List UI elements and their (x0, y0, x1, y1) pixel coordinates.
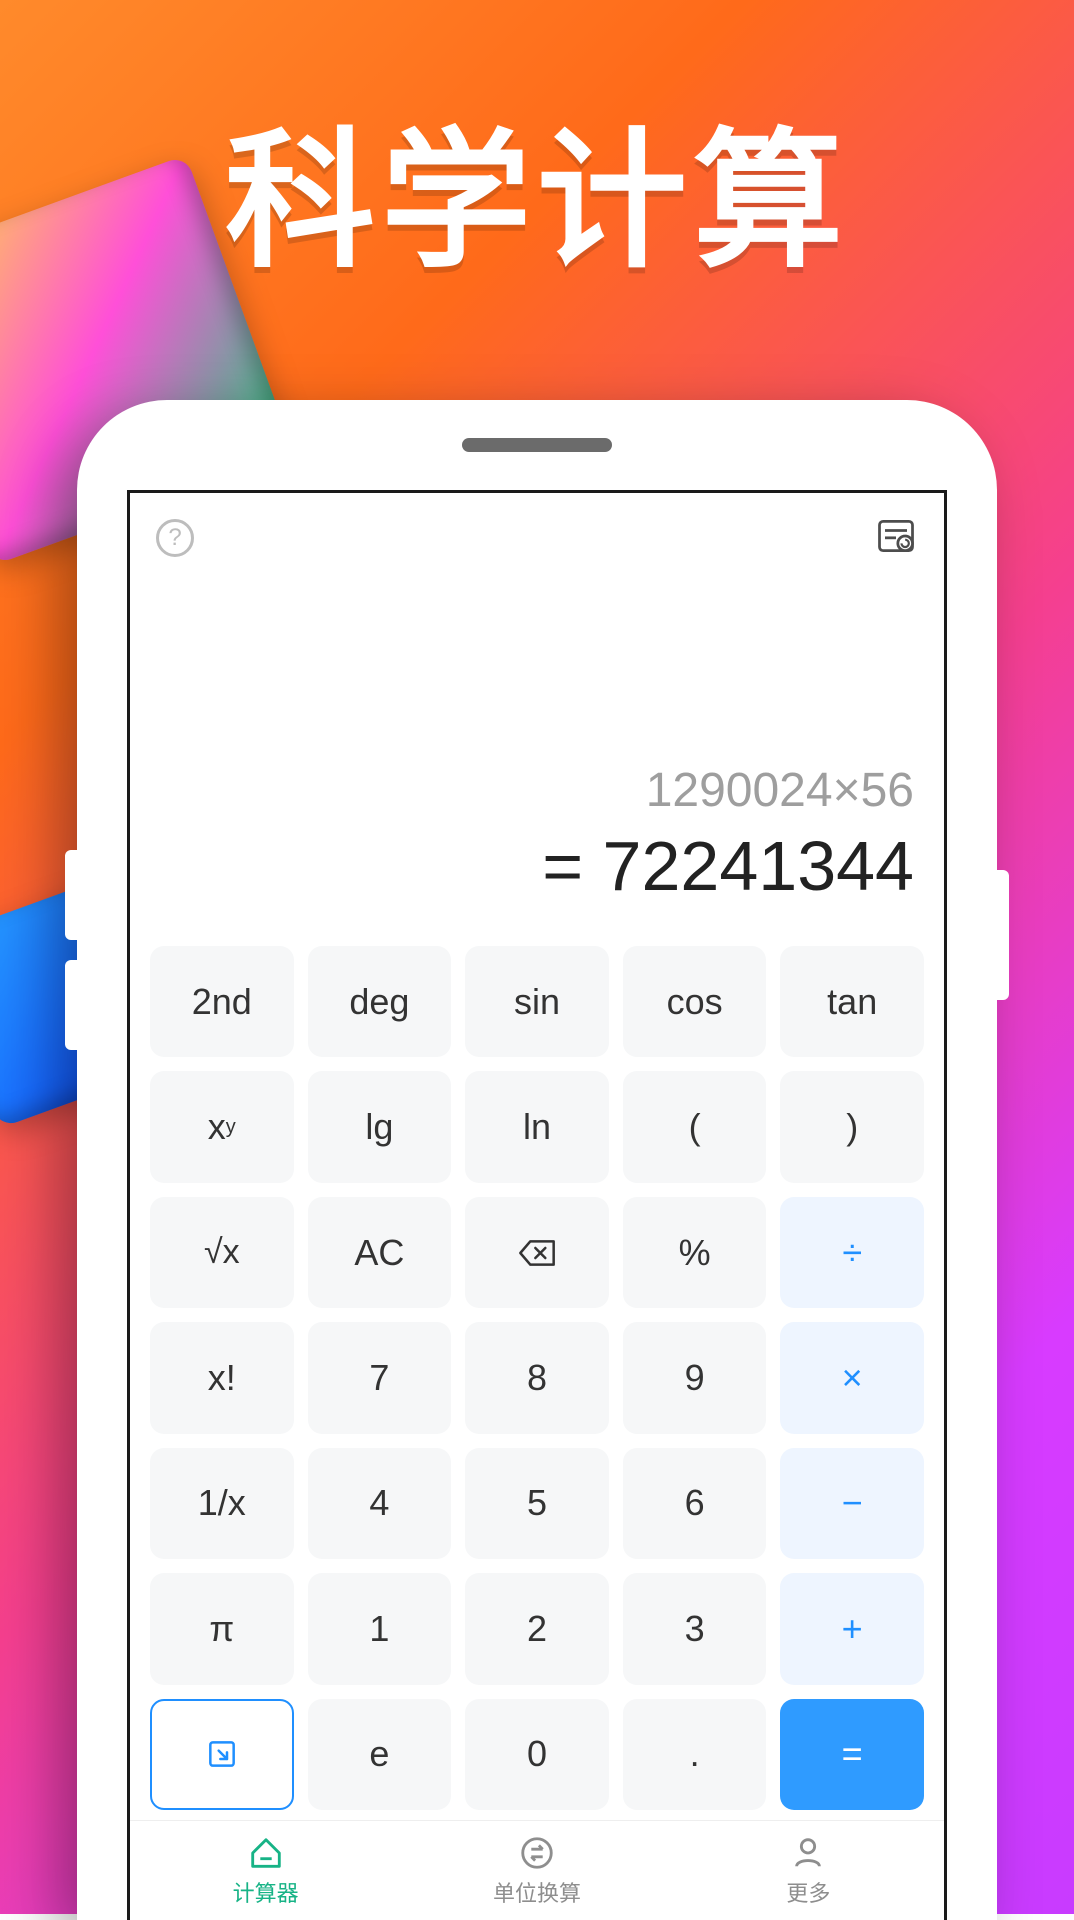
key-pi[interactable]: π (150, 1573, 294, 1684)
bottom-tabs: 计算器 单位换算 更多 (130, 1820, 944, 1920)
key-cos[interactable]: cos (623, 946, 767, 1057)
key-0[interactable]: 0 (465, 1699, 609, 1810)
key-ln[interactable]: ln (465, 1071, 609, 1182)
history-icon[interactable] (874, 514, 918, 563)
key-equals[interactable]: = (780, 1699, 924, 1810)
key-collapse[interactable] (150, 1699, 294, 1810)
key-backspace[interactable] (465, 1197, 609, 1308)
key-1[interactable]: 1 (308, 1573, 452, 1684)
key-2[interactable]: 2 (465, 1573, 609, 1684)
key-divide[interactable]: ÷ (780, 1197, 924, 1308)
key-rparen[interactable]: ) (780, 1071, 924, 1182)
tab-label: 计算器 (233, 1876, 299, 1908)
key-6[interactable]: 6 (623, 1448, 767, 1559)
tab-label: 更多 (786, 1876, 830, 1908)
key-7[interactable]: 7 (308, 1322, 452, 1433)
tab-label: 单位换算 (493, 1876, 581, 1908)
key-xy[interactable]: xy (150, 1071, 294, 1182)
key-ac[interactable]: AC (308, 1197, 452, 1308)
key-multiply[interactable]: × (780, 1322, 924, 1433)
hero-title: 科学计算 (0, 80, 1074, 297)
key-e[interactable]: e (308, 1699, 452, 1810)
key-add[interactable]: + (780, 1573, 924, 1684)
key-8[interactable]: 8 (465, 1322, 609, 1433)
tab-more[interactable]: 更多 (673, 1821, 944, 1920)
keypad: 2nd deg sin cos tan xy lg ln ( ) √x AC %… (130, 926, 944, 1820)
volume-down-button (65, 960, 77, 1050)
expression-text: 1290024×56 (160, 763, 914, 818)
app-screen: ? 1290024×56 = 72241344 2nd deg sin cos … (127, 490, 947, 1920)
key-3[interactable]: 3 (623, 1573, 767, 1684)
swap-icon (518, 1834, 556, 1872)
calculator-display: 1290024×56 = 72241344 (130, 583, 944, 926)
key-sin[interactable]: sin (465, 946, 609, 1057)
home-icon (247, 1834, 285, 1872)
phone-speaker (462, 438, 612, 452)
result-text: = 72241344 (160, 826, 914, 906)
person-icon (789, 1834, 827, 1872)
key-factorial[interactable]: x! (150, 1322, 294, 1433)
key-5[interactable]: 5 (465, 1448, 609, 1559)
top-bar: ? (130, 493, 944, 583)
key-2nd[interactable]: 2nd (150, 946, 294, 1057)
key-percent[interactable]: % (623, 1197, 767, 1308)
key-dot[interactable]: . (623, 1699, 767, 1810)
power-button (997, 870, 1009, 1000)
phone-frame: ? 1290024×56 = 72241344 2nd deg sin cos … (77, 400, 997, 1920)
key-4[interactable]: 4 (308, 1448, 452, 1559)
key-tan[interactable]: tan (780, 946, 924, 1057)
key-lg[interactable]: lg (308, 1071, 452, 1182)
help-icon[interactable]: ? (156, 519, 194, 557)
key-9[interactable]: 9 (623, 1322, 767, 1433)
tab-unit-convert[interactable]: 单位换算 (401, 1821, 672, 1920)
key-inverse[interactable]: 1/x (150, 1448, 294, 1559)
volume-up-button (65, 850, 77, 940)
tab-calculator[interactable]: 计算器 (130, 1821, 401, 1920)
key-sqrt[interactable]: √x (150, 1197, 294, 1308)
key-subtract[interactable]: − (780, 1448, 924, 1559)
key-deg[interactable]: deg (308, 946, 452, 1057)
key-lparen[interactable]: ( (623, 1071, 767, 1182)
